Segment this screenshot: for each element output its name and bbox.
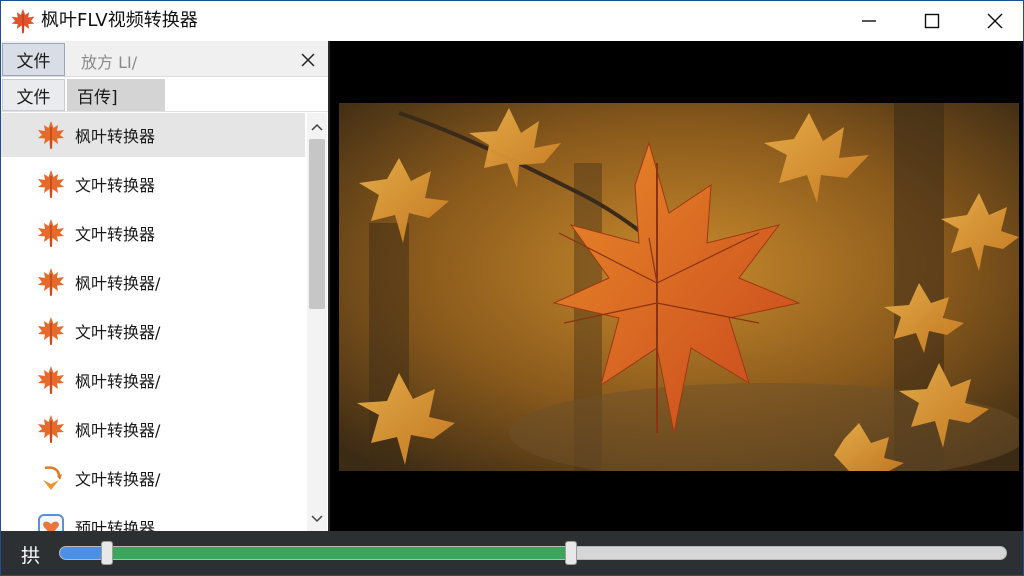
minimize-icon <box>862 20 876 22</box>
start-handle[interactable] <box>101 541 113 565</box>
tab-second[interactable]: 百传] <box>67 79 165 111</box>
maple-leaf-icon <box>38 170 64 198</box>
panel-tabs: 文件 百传] <box>1 78 328 112</box>
minimize-button[interactable] <box>841 1 897 41</box>
heart-app-icon <box>38 514 64 531</box>
list-item[interactable]: 枫叶转换器/ <box>1 358 305 402</box>
list-item[interactable]: 枫叶转换器/ <box>1 260 305 304</box>
list-item-label: 预叶转换器 <box>75 519 156 531</box>
maximize-button[interactable] <box>904 1 960 41</box>
search-input[interactable]: 放方 LI/ <box>81 49 137 73</box>
list-item[interactable]: 枫叶转换器/ <box>1 407 305 451</box>
list-item-label: 枫叶转换器 <box>75 127 156 146</box>
list-item-label: 文叶转换器/ <box>75 323 161 342</box>
list-item-label: 枫叶转换器/ <box>75 274 161 293</box>
list-item-label: 枫叶转换器/ <box>75 372 161 391</box>
video-frame <box>339 103 1019 471</box>
maximize-icon <box>924 13 940 29</box>
app-window: 枫叶FLV视频转换器 文件 放方 LI/ 文件 百传] 枫叶转换器 文叶转换器 文叶… <box>0 0 1024 576</box>
maple-leaf-icon <box>38 268 64 296</box>
playback-bar: 拱 <box>1 531 1023 575</box>
list-item[interactable]: 文叶转换器/ <box>1 309 305 353</box>
maple-leaf-icon <box>11 8 35 34</box>
close-icon <box>987 13 1003 29</box>
list-item[interactable]: 枫叶转换器 <box>1 113 305 157</box>
progress-segment <box>107 547 571 559</box>
panel-close-button[interactable] <box>297 49 319 71</box>
convert-arrows-icon <box>43 466 62 490</box>
list-item[interactable]: 文叶转换器 <box>1 211 305 255</box>
list-item-label: 文叶转换器 <box>75 176 156 195</box>
list-item[interactable]: 文叶转换器/ <box>1 456 305 500</box>
close-button[interactable] <box>967 1 1023 41</box>
list-item[interactable]: 预叶转换器 <box>1 505 305 531</box>
played-segment <box>60 547 107 559</box>
list-item-label: 文叶转换器 <box>75 225 156 244</box>
control-label: 拱 <box>21 545 41 567</box>
list-item[interactable]: 文叶转换器 <box>1 162 305 206</box>
list-scrollbar[interactable] <box>307 113 327 531</box>
end-handle[interactable] <box>565 541 577 565</box>
tab-file-primary[interactable]: 文件 <box>2 43 65 76</box>
chevron-down-icon <box>311 515 323 523</box>
maple-leaf-icon <box>38 121 64 149</box>
scroll-thumb[interactable] <box>309 139 325 309</box>
chevron-up-icon <box>311 123 323 131</box>
maple-leaf-icon <box>38 219 64 247</box>
autumn-leaves-image <box>339 103 1019 471</box>
scroll-down-button[interactable] <box>307 509 327 529</box>
window-title: 枫叶FLV视频转换器 <box>41 10 198 31</box>
list-item-label: 文叶转换器/ <box>75 470 161 489</box>
title-bar[interactable]: 枫叶FLV视频转换器 <box>1 1 1023 41</box>
maple-leaf-icon <box>38 415 64 443</box>
file-list: 枫叶转换器 文叶转换器 文叶转换器 枫叶转换器/文叶转换器/枫叶转换器/枫叶转换器/文… <box>1 113 307 531</box>
maple-leaf-icon <box>38 366 64 394</box>
close-icon <box>301 53 315 67</box>
scroll-up-button[interactable] <box>307 117 327 137</box>
tab-file[interactable]: 文件 <box>2 79 65 111</box>
file-panel: 文件 放方 LI/ 文件 百传] 枫叶转换器 文叶转换器 文叶转换器 枫叶转换器/文叶… <box>1 41 330 531</box>
list-item-label: 枫叶转换器/ <box>75 421 161 440</box>
panel-header: 文件 放方 LI/ <box>1 41 328 77</box>
progress-track[interactable] <box>59 541 1007 565</box>
video-preview[interactable] <box>330 41 1023 531</box>
maple-leaf-icon <box>38 317 64 345</box>
